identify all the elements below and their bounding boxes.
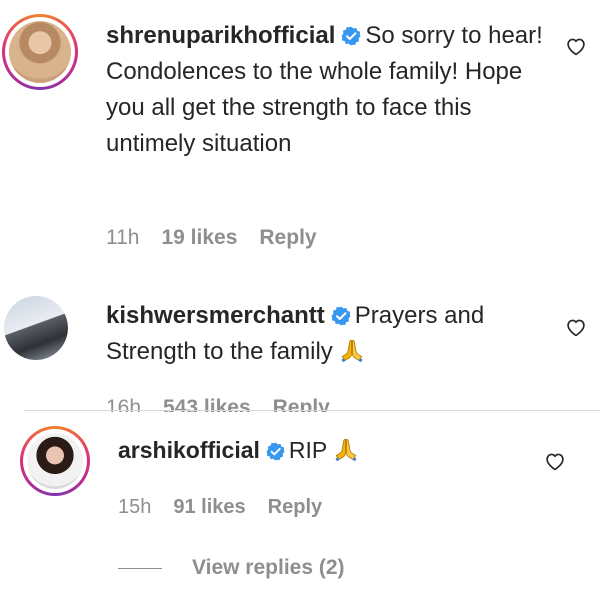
heart-outline-icon[interactable] — [545, 452, 565, 471]
reply-button[interactable]: Reply — [268, 496, 322, 518]
praying-hands-icon — [333, 436, 359, 472]
comment-username[interactable]: shrenuparikhofficial — [106, 22, 335, 49]
comment-likes[interactable]: 19 likes — [161, 226, 237, 249]
comment-username[interactable]: kishwersmerchantt — [106, 302, 325, 329]
comment-meta: 11h 19 likes Reply — [106, 226, 339, 250]
verified-badge-icon — [341, 26, 361, 46]
avatar[interactable] — [4, 296, 68, 360]
profile-photo-icon — [9, 21, 71, 83]
comment-meta: 15h 91 likes Reply — [118, 496, 344, 519]
comment-body: arshikofficial RIP — [118, 432, 538, 472]
verified-badge-icon — [331, 306, 351, 326]
divider — [118, 567, 162, 569]
view-replies-button[interactable]: View replies (2) — [118, 556, 345, 580]
comment-body: shrenuparikhofficial So sorry to hear! Co… — [106, 18, 546, 162]
comment-item: shrenuparikhofficial So sorry to hear! Co… — [0, 0, 600, 260]
comment-username[interactable]: arshikofficial — [118, 437, 260, 463]
avatar[interactable] — [2, 14, 78, 90]
divider — [24, 410, 600, 411]
view-replies-label: View replies (2) — [192, 556, 345, 579]
profile-photo-icon — [4, 296, 68, 360]
comment-item: kishwersmerchantt Prayers and Strength to… — [0, 290, 600, 410]
heart-outline-icon[interactable] — [566, 318, 586, 337]
comment-time: 11h — [106, 226, 140, 249]
praying-hands-icon — [339, 337, 365, 374]
comment-likes[interactable]: 91 likes — [173, 496, 245, 518]
comment-body: kishwersmerchantt Prayers and Strength to… — [106, 298, 526, 374]
avatar[interactable] — [20, 426, 90, 496]
comment-time: 15h — [118, 496, 152, 518]
comment-text: RIP — [288, 437, 328, 463]
reply-button[interactable]: Reply — [259, 226, 316, 249]
verified-badge-icon — [266, 442, 285, 461]
profile-photo-icon — [27, 433, 83, 489]
heart-outline-icon[interactable] — [566, 37, 586, 56]
